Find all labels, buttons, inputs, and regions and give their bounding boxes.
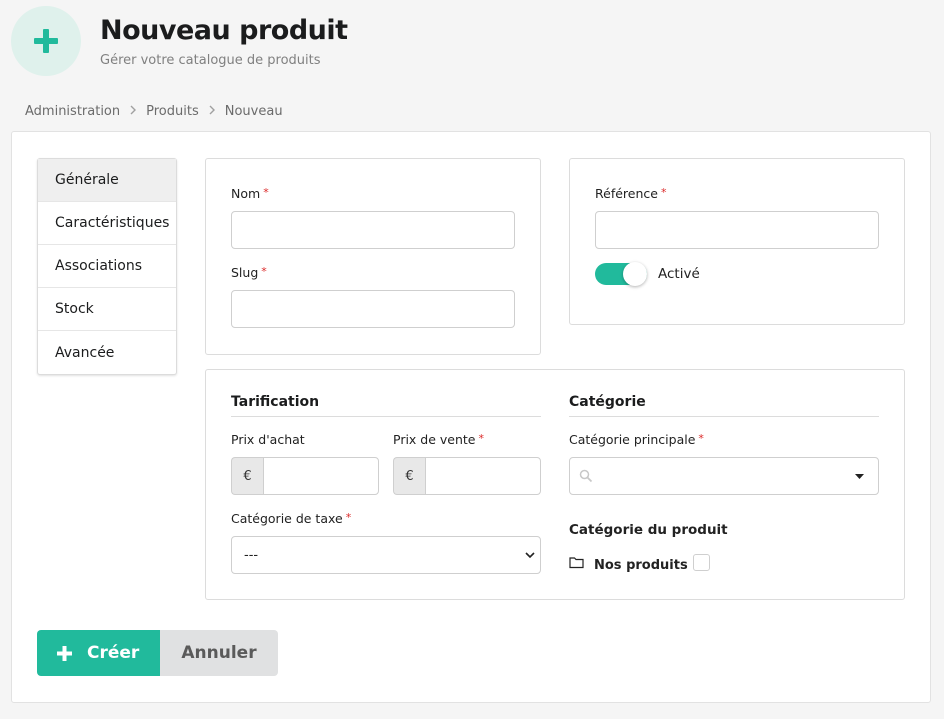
- enabled-toggle[interactable]: [595, 262, 647, 286]
- tab-avancee[interactable]: Avancée: [38, 331, 176, 374]
- tax-category-value: ---: [244, 547, 259, 563]
- slug-input[interactable]: [231, 290, 515, 328]
- chevron-right-icon: [208, 105, 216, 118]
- folder-icon: [569, 557, 584, 569]
- toggle-knob: [623, 262, 647, 286]
- create-button[interactable]: Créer: [37, 630, 160, 676]
- tax-category-label-text: Catégorie de taxe: [231, 511, 343, 526]
- main-category-label: Catégorie principale *: [569, 432, 704, 447]
- currency-addon: €: [393, 457, 425, 495]
- reference-label: Référence *: [595, 186, 666, 201]
- slug-label-text: Slug: [231, 265, 259, 280]
- main-category-select[interactable]: [569, 457, 879, 495]
- breadcrumb-administration[interactable]: Administration: [25, 104, 120, 119]
- create-button-label: Créer: [87, 643, 140, 663]
- required-mark: *: [698, 432, 704, 445]
- breadcrumb-produits[interactable]: Produits: [146, 104, 199, 119]
- purchase-price-input[interactable]: [263, 457, 379, 495]
- tab-menu: Générale Caractéristiques Associations S…: [37, 158, 177, 375]
- plus-icon: [57, 645, 72, 661]
- name-label: Nom *: [231, 186, 269, 201]
- category-title: Catégorie: [569, 394, 879, 417]
- reference-input[interactable]: [595, 211, 879, 249]
- tab-generale[interactable]: Générale: [38, 159, 176, 202]
- plus-icon: [34, 29, 58, 53]
- product-category-label: Catégorie du produit: [569, 522, 728, 538]
- chevron-right-icon: [129, 105, 137, 118]
- tax-category-select[interactable]: ---: [231, 536, 541, 574]
- purchase-price-label: Prix d'achat: [231, 432, 305, 447]
- required-mark: *: [478, 432, 485, 445]
- name-label-text: Nom: [231, 186, 261, 201]
- category-tree-item-label: Nos produits: [594, 558, 688, 573]
- header-badge: [11, 6, 81, 76]
- category-tree-checkbox[interactable]: [692, 554, 710, 571]
- name-input[interactable]: [231, 211, 515, 249]
- required-mark: *: [660, 186, 667, 199]
- sale-price-input[interactable]: [425, 457, 541, 495]
- page-subtitle: Gérer votre catalogue de produits: [100, 53, 321, 68]
- tab-caracteristiques[interactable]: Caractéristiques: [38, 202, 176, 245]
- caret-down-icon: [855, 474, 864, 479]
- cancel-button[interactable]: Annuler: [160, 630, 278, 676]
- required-mark: *: [261, 265, 267, 278]
- required-mark: *: [345, 511, 352, 524]
- tab-stock[interactable]: Stock: [38, 288, 176, 331]
- sale-price-label: Prix de vente *: [393, 432, 484, 447]
- enabled-label: Activé: [658, 266, 700, 282]
- main-category-label-text: Catégorie principale: [569, 432, 696, 447]
- category-tree-item: Nos produits: [569, 554, 710, 573]
- required-mark: *: [263, 186, 269, 199]
- chevron-down-icon: [525, 552, 535, 559]
- tab-associations[interactable]: Associations: [38, 245, 176, 288]
- sale-price-label-text: Prix de vente: [393, 432, 476, 447]
- breadcrumb: Administration Produits Nouveau: [25, 104, 283, 119]
- tax-category-label: Catégorie de taxe *: [231, 511, 351, 526]
- page-title: Nouveau produit: [100, 15, 348, 46]
- pricing-title: Tarification: [231, 394, 541, 417]
- search-icon: [579, 469, 593, 483]
- breadcrumb-nouveau: Nouveau: [224, 104, 283, 119]
- currency-addon: €: [231, 457, 263, 495]
- reference-label-text: Référence: [595, 186, 658, 201]
- slug-label: Slug *: [231, 265, 267, 280]
